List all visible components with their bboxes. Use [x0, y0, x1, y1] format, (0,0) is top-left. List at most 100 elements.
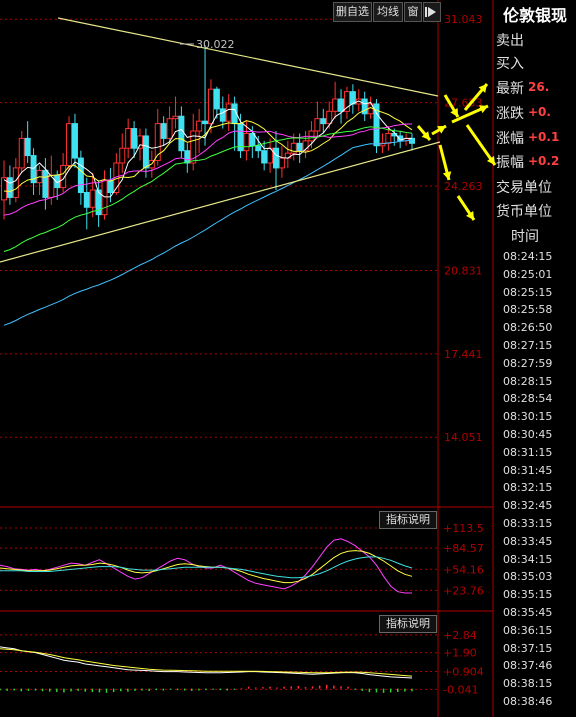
candle-down — [83, 192, 90, 208]
change-value: +0. — [528, 105, 551, 119]
time-row: 08:38:15 — [503, 677, 553, 691]
arrow-right-icon — [425, 7, 436, 17]
candle-down — [131, 128, 138, 149]
indicator-tick-label: +54.16 — [443, 563, 484, 576]
instrument-title: 伦敦银现 — [503, 6, 568, 25]
candle-down — [409, 137, 415, 144]
change-pct-value: +0.1 — [528, 130, 560, 144]
quote-panel: 伦敦银现 卖出 买入 最新 26. 涨跌 +0. 涨幅 +0.1 振幅 +0.2… — [493, 0, 576, 717]
y-tick-label: 24.263 — [444, 180, 483, 193]
indicator-tick-label: +113.5 — [443, 522, 484, 535]
time-row: 08:27:15 — [503, 339, 553, 352]
candle-down — [77, 157, 84, 193]
candle-down — [213, 88, 220, 110]
candle-up — [101, 179, 108, 216]
candle-down — [273, 147, 279, 169]
moving-average-button[interactable]: 均线 — [373, 2, 403, 22]
indicator-info-button-1[interactable]: 指标说明 — [379, 511, 437, 529]
y-tick-label: 31.043 — [444, 13, 483, 26]
candle-up — [18, 137, 25, 169]
amplitude-label: 振幅 — [496, 155, 524, 171]
time-row: 08:25:58 — [503, 303, 553, 317]
indicator-tick-label: +84.57 — [443, 542, 484, 555]
candle-down — [178, 115, 185, 152]
trend-line-upper — [57, 17, 439, 97]
candle-up — [225, 103, 232, 122]
candle-up — [314, 118, 321, 132]
candle-up — [119, 147, 126, 164]
indicator-tick-label: +1.90 — [443, 647, 477, 660]
indicator-series-1-1 — [0, 550, 413, 584]
last-value: 26. — [528, 80, 550, 94]
candle-down — [24, 137, 31, 157]
arrow-right-icon[interactable] — [423, 2, 441, 22]
indicator-series-2-0 — [0, 646, 413, 679]
candle-up — [332, 98, 339, 112]
candle-up — [243, 132, 250, 152]
bid-label: 买入 — [496, 56, 524, 72]
candle-down — [71, 123, 78, 159]
candle-up — [137, 135, 143, 149]
change-label: 涨跌 — [496, 106, 524, 122]
indicator-tick-label: +2.84 — [443, 629, 477, 642]
time-row: 08:26:50 — [503, 321, 553, 335]
candle-up — [278, 157, 285, 169]
time-row: 08:25:15 — [503, 285, 553, 299]
candle-up — [12, 167, 19, 198]
y-tick-label: 14.051 — [444, 431, 483, 444]
time-row: 08:31:45 — [503, 463, 553, 477]
time-row: 08:33:15 — [503, 517, 553, 530]
time-row: 08:35:15 — [503, 588, 553, 602]
ma30-line — [3, 126, 413, 252]
indicator-info-button-2[interactable]: 指标说明 — [379, 615, 437, 633]
candle-down — [160, 123, 167, 139]
remove-favorite-button[interactable]: 删自选 — [333, 2, 372, 22]
candle-up — [125, 128, 132, 149]
indicator-tick-label: +0.904 — [443, 666, 484, 679]
indicator-series-1-0 — [0, 538, 412, 594]
time-row: 08:24:15 — [503, 250, 553, 263]
time-row: 08:28:54 — [503, 392, 553, 406]
candle-up — [196, 120, 203, 132]
change-pct-label: 涨幅 — [496, 131, 524, 147]
candle-down — [184, 150, 191, 164]
indicator-tick-label: +23.76 — [443, 584, 484, 597]
candle-down — [261, 150, 268, 164]
time-row: 08:34:15 — [503, 552, 553, 566]
time-row: 08:38:46 — [503, 695, 553, 708]
candle-down — [249, 132, 256, 147]
time-row: 08:25:01 — [503, 267, 553, 281]
time-row: 08:30:45 — [503, 428, 553, 441]
y-tick-label: 20.831 — [444, 264, 483, 277]
candle-down — [338, 98, 345, 112]
time-row: 08:30:15 — [503, 410, 553, 424]
time-row: 08:28:15 — [503, 374, 553, 388]
last-label: 最新 — [496, 81, 524, 97]
candle-up — [172, 115, 179, 120]
candle-down — [202, 120, 209, 125]
high-annotation: 30.022 — [196, 38, 235, 51]
time-row: 08:33:45 — [503, 534, 553, 548]
time-row: 08:36:15 — [503, 623, 553, 637]
candle-up — [207, 88, 214, 125]
currency-unit-label: 货币单位 — [496, 204, 552, 220]
time-row: 08:35:45 — [503, 606, 553, 619]
candle-down — [320, 118, 327, 125]
candle-down — [142, 135, 149, 169]
window-button[interactable]: 窗 — [404, 2, 422, 22]
time-row: 08:32:15 — [503, 481, 553, 495]
candle-down — [255, 145, 262, 152]
candle-down — [42, 169, 49, 198]
time-row: 08:31:15 — [503, 445, 553, 459]
candle-up — [166, 118, 173, 139]
trade-unit-label: 交易单位 — [496, 180, 552, 196]
y-tick-label: 17.441 — [444, 348, 483, 361]
trend-line-lower — [0, 141, 441, 263]
candle-up — [89, 189, 96, 208]
kline-chart[interactable]: 31.04327.65324.26320.83117.44114.05130.0… — [0, 0, 576, 717]
time-row: 08:35:03 — [503, 570, 553, 584]
time-row: 08:27:59 — [503, 356, 553, 370]
time-row: 08:37:46 — [503, 659, 553, 673]
candle-up — [385, 132, 392, 144]
candle-down — [6, 177, 13, 198]
